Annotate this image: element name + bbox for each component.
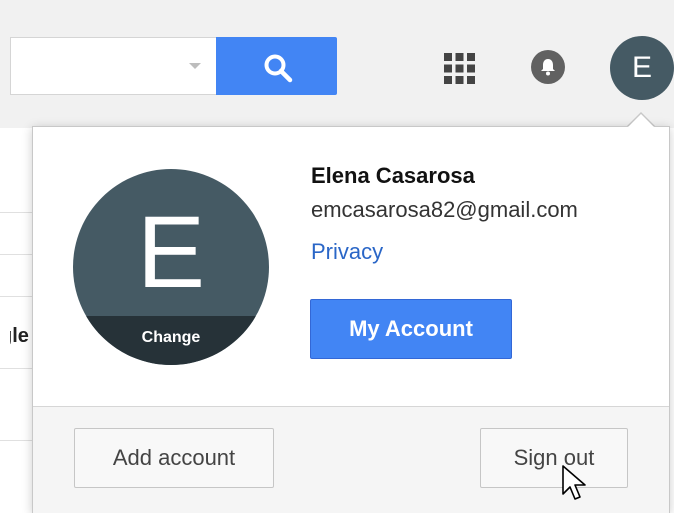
account-email: emcasarosa82@gmail.com [311, 197, 578, 222]
add-account-button[interactable]: Add account [74, 428, 274, 488]
search-icon [264, 54, 293, 83]
account-menu: E Change Elena Casarosa emcasarosa82@gma… [32, 126, 670, 513]
account-name: Elena Casarosa [311, 163, 475, 188]
change-photo-button[interactable]: Change [73, 316, 269, 365]
account-avatar-button[interactable]: E [610, 36, 674, 100]
account-avatar-large[interactable]: E Change [73, 169, 269, 365]
my-account-button[interactable]: My Account [310, 299, 512, 359]
mouse-pointer-icon [562, 465, 586, 500]
popover-arrow-fill [628, 114, 654, 127]
search-input[interactable] [10, 37, 216, 95]
avatar-initial: E [136, 195, 206, 309]
apps-grid-icon[interactable] [443, 52, 476, 85]
notifications-bell-icon[interactable] [531, 50, 565, 84]
chevron-down-icon[interactable] [189, 63, 201, 69]
sign-out-button[interactable]: Sign out [480, 428, 628, 488]
background-partial-text: gle [10, 325, 29, 347]
search-button[interactable] [216, 37, 337, 95]
privacy-link[interactable]: Privacy [311, 239, 383, 265]
